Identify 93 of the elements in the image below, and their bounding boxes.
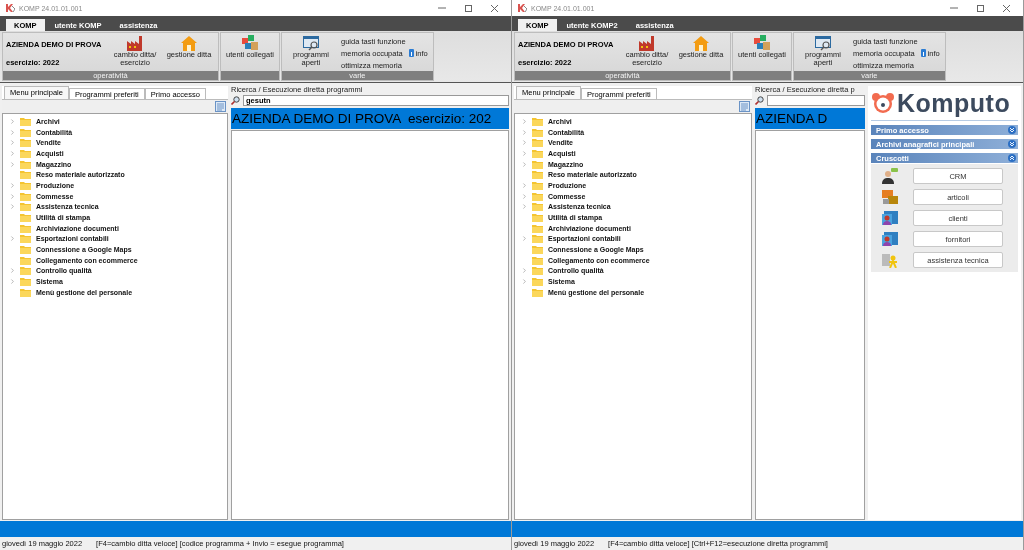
expand-chevron-icon[interactable] bbox=[521, 203, 528, 211]
expand-chevron-icon[interactable] bbox=[9, 235, 16, 243]
collapse-icon[interactable] bbox=[1008, 154, 1016, 162]
folder-icon bbox=[20, 180, 31, 190]
window-icon bbox=[302, 35, 320, 51]
users-icon bbox=[753, 35, 771, 51]
contact-card-icon bbox=[881, 231, 899, 247]
app-logo-icon bbox=[518, 4, 527, 12]
person-icon bbox=[881, 168, 899, 184]
folder-icon bbox=[20, 170, 31, 180]
folder-icon bbox=[532, 213, 543, 223]
folder-icon bbox=[532, 170, 543, 180]
group-caption-bar bbox=[221, 71, 279, 80]
folder-icon bbox=[532, 234, 543, 244]
expand-chevron-icon[interactable] bbox=[521, 192, 528, 200]
folder-icon bbox=[532, 116, 543, 126]
folder-icon bbox=[20, 148, 31, 158]
brand-logo: Komputo bbox=[897, 88, 1011, 118]
list-view-icon[interactable] bbox=[215, 101, 226, 112]
folder-icon bbox=[20, 191, 31, 201]
folder-icon bbox=[20, 266, 31, 276]
maximize-icon[interactable] bbox=[976, 4, 984, 12]
folder-icon bbox=[532, 277, 543, 287]
contact-card-icon bbox=[881, 210, 899, 226]
expand-chevron-icon[interactable] bbox=[9, 139, 16, 147]
folder-icon bbox=[20, 255, 31, 265]
folder-icon bbox=[20, 245, 31, 255]
expand-chevron-icon[interactable] bbox=[521, 267, 528, 275]
window-icon bbox=[814, 35, 832, 51]
expand-chevron-icon[interactable] bbox=[521, 139, 528, 147]
search-icon bbox=[755, 95, 764, 105]
info-icon bbox=[408, 49, 414, 57]
folder-icon bbox=[20, 127, 31, 137]
close-icon[interactable] bbox=[490, 4, 498, 12]
folder-icon bbox=[20, 116, 31, 126]
expand-chevron-icon[interactable] bbox=[521, 181, 528, 189]
company-banner: AZIENDA DEMO DI PROVA esercizio: 202 bbox=[231, 108, 509, 129]
folder-icon bbox=[532, 148, 543, 158]
folder-icon bbox=[532, 127, 543, 137]
group-caption-bar bbox=[733, 71, 791, 80]
expand-chevron-icon[interactable] bbox=[9, 192, 16, 200]
expand-chevron-icon[interactable] bbox=[521, 278, 528, 286]
expand-chevron-icon[interactable] bbox=[521, 128, 528, 136]
folder-icon bbox=[532, 266, 543, 276]
expand-chevron-icon[interactable] bbox=[521, 149, 528, 157]
support-icon bbox=[881, 252, 899, 268]
maximize-icon[interactable] bbox=[464, 4, 472, 12]
expand-chevron-icon[interactable] bbox=[9, 267, 16, 275]
folder-icon bbox=[20, 202, 31, 212]
search-icon bbox=[231, 95, 240, 105]
factory-icon bbox=[126, 35, 144, 51]
list-view-icon[interactable] bbox=[739, 101, 750, 112]
expand-chevron-icon[interactable] bbox=[9, 203, 16, 211]
info-icon bbox=[920, 49, 926, 57]
folder-icon bbox=[20, 213, 31, 223]
company-banner: AZIENDA D bbox=[755, 108, 865, 129]
folder-icon bbox=[20, 287, 31, 297]
folder-icon bbox=[532, 223, 543, 233]
expand-chevron-icon[interactable] bbox=[9, 181, 16, 189]
folder-icon bbox=[532, 202, 543, 212]
goods-icon bbox=[881, 189, 899, 205]
folder-icon bbox=[532, 159, 543, 169]
folder-icon bbox=[20, 159, 31, 169]
minimize-icon[interactable] bbox=[950, 4, 958, 12]
expand-chevron-icon[interactable] bbox=[9, 278, 16, 286]
expand-chevron-icon[interactable] bbox=[521, 160, 528, 168]
folder-icon bbox=[532, 180, 543, 190]
app-logo-icon bbox=[6, 4, 15, 12]
bear-icon bbox=[871, 92, 895, 114]
expand-chevron-icon[interactable] bbox=[9, 149, 16, 157]
folder-icon bbox=[20, 223, 31, 233]
folder-icon bbox=[532, 191, 543, 201]
expand-chevron-icon[interactable] bbox=[9, 160, 16, 168]
search-field[interactable] bbox=[767, 94, 865, 106]
folder-icon bbox=[532, 255, 543, 265]
folder-icon bbox=[532, 287, 543, 297]
folder-icon bbox=[20, 234, 31, 244]
close-icon[interactable] bbox=[1002, 4, 1010, 12]
expand-icon[interactable] bbox=[1008, 140, 1016, 148]
factory-icon bbox=[638, 35, 656, 51]
expand-icon[interactable] bbox=[1008, 126, 1016, 134]
folder-icon bbox=[20, 277, 31, 287]
expand-chevron-icon[interactable] bbox=[9, 117, 16, 125]
house-icon bbox=[181, 35, 197, 51]
folder-icon bbox=[20, 138, 31, 148]
users-icon bbox=[241, 35, 259, 51]
folder-icon bbox=[532, 245, 543, 255]
folder-icon bbox=[532, 138, 543, 148]
expand-chevron-icon[interactable] bbox=[9, 128, 16, 136]
expand-chevron-icon[interactable] bbox=[521, 117, 528, 125]
house-icon bbox=[693, 35, 709, 51]
expand-chevron-icon[interactable] bbox=[521, 235, 528, 243]
minimize-icon[interactable] bbox=[438, 4, 446, 12]
